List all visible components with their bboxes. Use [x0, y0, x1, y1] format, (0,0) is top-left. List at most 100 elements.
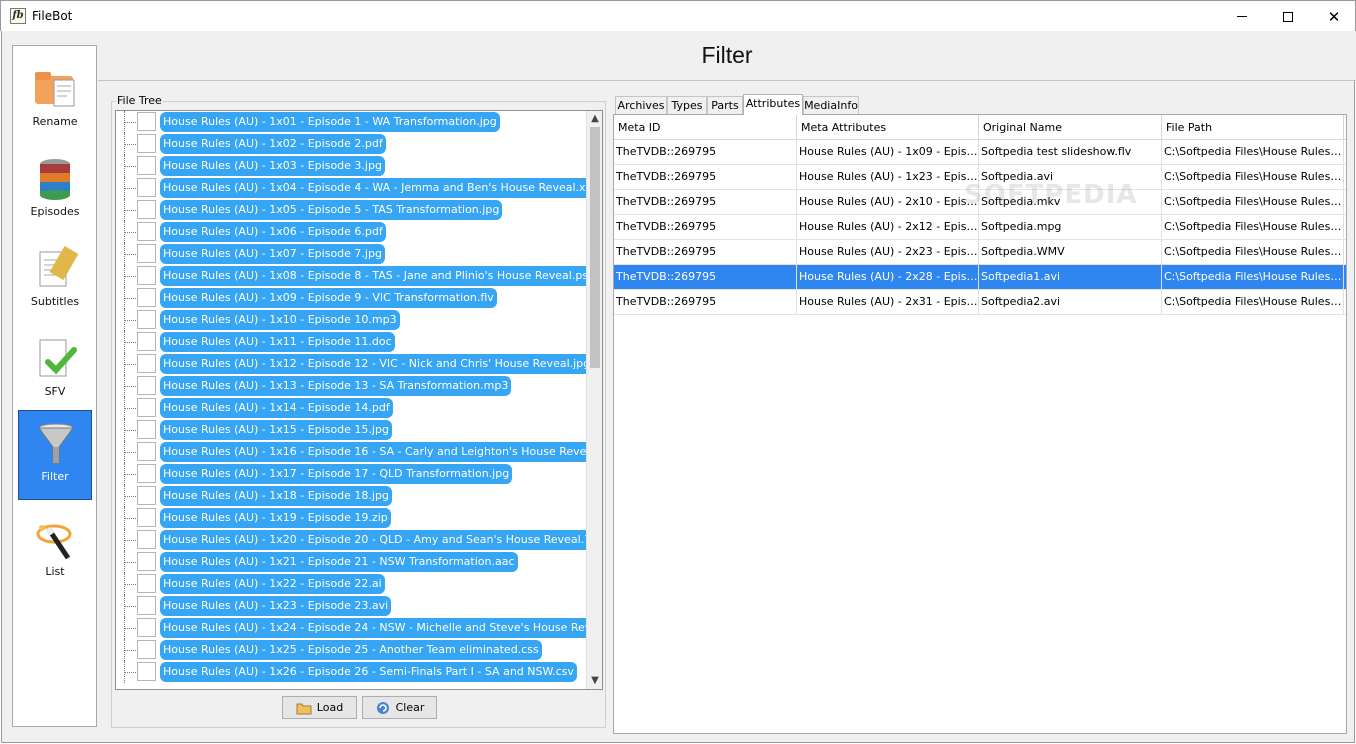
- sidebar-item-sfv[interactable]: SFV: [18, 326, 92, 416]
- table-row[interactable]: TheTVDB::269795 House Rules (AU) - 2x28 -…: [614, 265, 1346, 290]
- tree-item-checkbox[interactable]: [137, 464, 156, 483]
- tree-row[interactable]: House Rules (AU) - 1x03 - Episode 3.jpg: [116, 155, 586, 177]
- tree-row[interactable]: House Rules (AU) - 1x15 - Episode 15.jpg: [116, 419, 586, 441]
- tree-item-checkbox[interactable]: [137, 222, 156, 241]
- sidebar-item-list[interactable]: List: [18, 506, 92, 596]
- sidebar-item-episodes[interactable]: Episodes: [18, 146, 92, 236]
- tree-row[interactable]: House Rules (AU) - 1x13 - Episode 13 - S…: [116, 375, 586, 397]
- tab-mediainfo[interactable]: MediaInfo: [803, 96, 859, 114]
- tree-item-label[interactable]: House Rules (AU) - 1x20 - Episode 20 - Q…: [160, 530, 600, 550]
- tree-item-checkbox[interactable]: [137, 530, 156, 549]
- sidebar-item-filter[interactable]: Filter: [18, 410, 92, 500]
- tree-row[interactable]: House Rules (AU) - 1x12 - Episode 12 - V…: [116, 353, 594, 375]
- tab-types[interactable]: Types: [667, 96, 707, 114]
- tree-row[interactable]: House Rules (AU) - 1x19 - Episode 19.zip: [116, 507, 586, 529]
- tree-row[interactable]: House Rules (AU) - 1x23 - Episode 23.avi: [116, 595, 586, 617]
- table-row[interactable]: TheTVDB::269795 House Rules (AU) - 2x12 -…: [614, 215, 1346, 240]
- tree-item-checkbox[interactable]: [137, 178, 156, 197]
- tree-item-label[interactable]: House Rules (AU) - 1x25 - Episode 25 - A…: [160, 640, 542, 660]
- tree-item-label[interactable]: House Rules (AU) - 1x05 - Episode 5 - TA…: [160, 200, 503, 220]
- tree-item-checkbox[interactable]: [137, 200, 156, 219]
- tree-item-checkbox[interactable]: [137, 486, 156, 505]
- tree-item-checkbox[interactable]: [137, 662, 156, 681]
- tree-item-checkbox[interactable]: [137, 574, 156, 593]
- tree-row[interactable]: House Rules (AU) - 1x11 - Episode 11.doc: [116, 331, 586, 353]
- tree-item-label[interactable]: House Rules (AU) - 1x19 - Episode 19.zip: [160, 508, 391, 528]
- table-row[interactable]: TheTVDB::269795 House Rules (AU) - 2x23 -…: [614, 240, 1346, 265]
- vertical-scrollbar[interactable]: ▲ ▼: [586, 111, 602, 689]
- tree-row[interactable]: House Rules (AU) - 1x16 - Episode 16 - S…: [116, 441, 602, 463]
- tree-row[interactable]: House Rules (AU) - 1x22 - Episode 22.ai: [116, 573, 586, 595]
- tree-item-label[interactable]: House Rules (AU) - 1x18 - Episode 18.jpg: [160, 486, 392, 506]
- tree-item-label[interactable]: House Rules (AU) - 1x09 - Episode 9 - VI…: [160, 288, 497, 308]
- load-button[interactable]: Load: [282, 696, 357, 719]
- tree-item-label[interactable]: House Rules (AU) - 1x21 - Episode 21 - N…: [160, 552, 518, 572]
- tree-item-label[interactable]: House Rules (AU) - 1x02 - Episode 2.pdf: [160, 134, 386, 154]
- tree-item-label[interactable]: House Rules (AU) - 1x03 - Episode 3.jpg: [160, 156, 385, 176]
- scroll-thumb[interactable]: [590, 127, 600, 368]
- tree-item-label[interactable]: House Rules (AU) - 1x06 - Episode 6.pdf: [160, 222, 386, 242]
- attributes-table[interactable]: Meta ID Meta Attributes Original Name Fi…: [613, 114, 1347, 734]
- tree-row[interactable]: House Rules (AU) - 1x04 - Episode 4 - WA…: [116, 177, 598, 199]
- tree-row[interactable]: House Rules (AU) - 1x08 - Episode 8 - TA…: [116, 265, 599, 287]
- tab-attributes[interactable]: Attributes: [743, 94, 803, 115]
- tree-item-checkbox[interactable]: [137, 134, 156, 153]
- tree-item-checkbox[interactable]: [137, 442, 156, 461]
- tree-item-label[interactable]: House Rules (AU) - 1x23 - Episode 23.avi: [160, 596, 392, 616]
- tree-row[interactable]: House Rules (AU) - 1x17 - Episode 17 - Q…: [116, 463, 586, 485]
- tree-item-label[interactable]: House Rules (AU) - 1x24 - Episode 24 - N…: [160, 618, 602, 638]
- table-row[interactable]: TheTVDB::269795 House Rules (AU) - 2x31 -…: [614, 290, 1346, 315]
- tree-item-checkbox[interactable]: [137, 398, 156, 417]
- tree-row[interactable]: House Rules (AU) - 1x07 - Episode 7.jpg: [116, 243, 586, 265]
- tree-row[interactable]: House Rules (AU) - 1x24 - Episode 24 - N…: [116, 617, 602, 639]
- tree-item-checkbox[interactable]: [137, 112, 156, 131]
- tree-item-checkbox[interactable]: [137, 244, 156, 263]
- tree-row[interactable]: House Rules (AU) - 1x18 - Episode 18.jpg: [116, 485, 586, 507]
- clear-button[interactable]: Clear: [362, 696, 437, 719]
- column-header-meta-id[interactable]: Meta ID: [614, 115, 797, 140]
- tab-parts[interactable]: Parts: [707, 96, 743, 114]
- tree-item-label[interactable]: House Rules (AU) - 1x11 - Episode 11.doc: [160, 332, 395, 352]
- tree-item-checkbox[interactable]: [137, 596, 156, 615]
- column-header-meta-attributes[interactable]: Meta Attributes: [797, 115, 979, 140]
- tree-row[interactable]: House Rules (AU) - 1x21 - Episode 21 - N…: [116, 551, 586, 573]
- file-tree[interactable]: House Rules (AU) - 1x01 - Episode 1 - WA…: [115, 110, 603, 690]
- tree-row[interactable]: House Rules (AU) - 1x10 - Episode 10.mp3: [116, 309, 586, 331]
- tree-item-label[interactable]: House Rules (AU) - 1x17 - Episode 17 - Q…: [160, 464, 513, 484]
- scroll-down-icon[interactable]: ▼: [587, 673, 602, 689]
- minimize-button[interactable]: [1219, 1, 1265, 32]
- sidebar-item-subtitles[interactable]: Subtitles: [18, 236, 92, 326]
- tree-item-checkbox[interactable]: [137, 310, 156, 329]
- tree-row[interactable]: House Rules (AU) - 1x01 - Episode 1 - WA…: [116, 111, 586, 133]
- tree-row[interactable]: House Rules (AU) - 1x09 - Episode 9 - VI…: [116, 287, 586, 309]
- tree-row[interactable]: House Rules (AU) - 1x26 - Episode 26 - S…: [116, 661, 586, 683]
- tree-row[interactable]: House Rules (AU) - 1x25 - Episode 25 - A…: [116, 639, 586, 661]
- tree-item-checkbox[interactable]: [137, 266, 156, 285]
- tree-item-label[interactable]: House Rules (AU) - 1x08 - Episode 8 - TA…: [160, 266, 599, 286]
- tree-item-checkbox[interactable]: [137, 332, 156, 351]
- tree-row[interactable]: House Rules (AU) - 1x02 - Episode 2.pdf: [116, 133, 586, 155]
- tree-item-label[interactable]: House Rules (AU) - 1x12 - Episode 12 - V…: [160, 354, 594, 374]
- tree-row[interactable]: House Rules (AU) - 1x20 - Episode 20 - Q…: [116, 529, 600, 551]
- tree-row[interactable]: House Rules (AU) - 1x14 - Episode 14.pdf: [116, 397, 586, 419]
- tree-item-checkbox[interactable]: [137, 354, 156, 373]
- tree-item-label[interactable]: House Rules (AU) - 1x14 - Episode 14.pdf: [160, 398, 393, 418]
- tree-item-label[interactable]: House Rules (AU) - 1x10 - Episode 10.mp3: [160, 310, 400, 330]
- tree-item-checkbox[interactable]: [137, 508, 156, 527]
- tree-item-label[interactable]: House Rules (AU) - 1x13 - Episode 13 - S…: [160, 376, 512, 396]
- tree-item-label[interactable]: House Rules (AU) - 1x22 - Episode 22.ai: [160, 574, 385, 594]
- table-row[interactable]: TheTVDB::269795 House Rules (AU) - 1x09 -…: [614, 140, 1346, 165]
- tree-item-checkbox[interactable]: [137, 552, 156, 571]
- close-button[interactable]: ✕: [1311, 1, 1356, 32]
- tree-item-checkbox[interactable]: [137, 376, 156, 395]
- scroll-up-icon[interactable]: ▲: [587, 111, 602, 127]
- maximize-button[interactable]: [1265, 1, 1311, 32]
- tree-item-label[interactable]: House Rules (AU) - 1x07 - Episode 7.jpg: [160, 244, 385, 264]
- tree-row[interactable]: House Rules (AU) - 1x06 - Episode 6.pdf: [116, 221, 586, 243]
- tree-item-label[interactable]: House Rules (AU) - 1x16 - Episode 16 - S…: [160, 442, 602, 462]
- tree-item-checkbox[interactable]: [137, 640, 156, 659]
- column-header-original-name[interactable]: Original Name: [979, 115, 1162, 140]
- tree-item-checkbox[interactable]: [137, 420, 156, 439]
- column-header-file-path[interactable]: File Path: [1162, 115, 1344, 140]
- tree-item-checkbox[interactable]: [137, 618, 156, 637]
